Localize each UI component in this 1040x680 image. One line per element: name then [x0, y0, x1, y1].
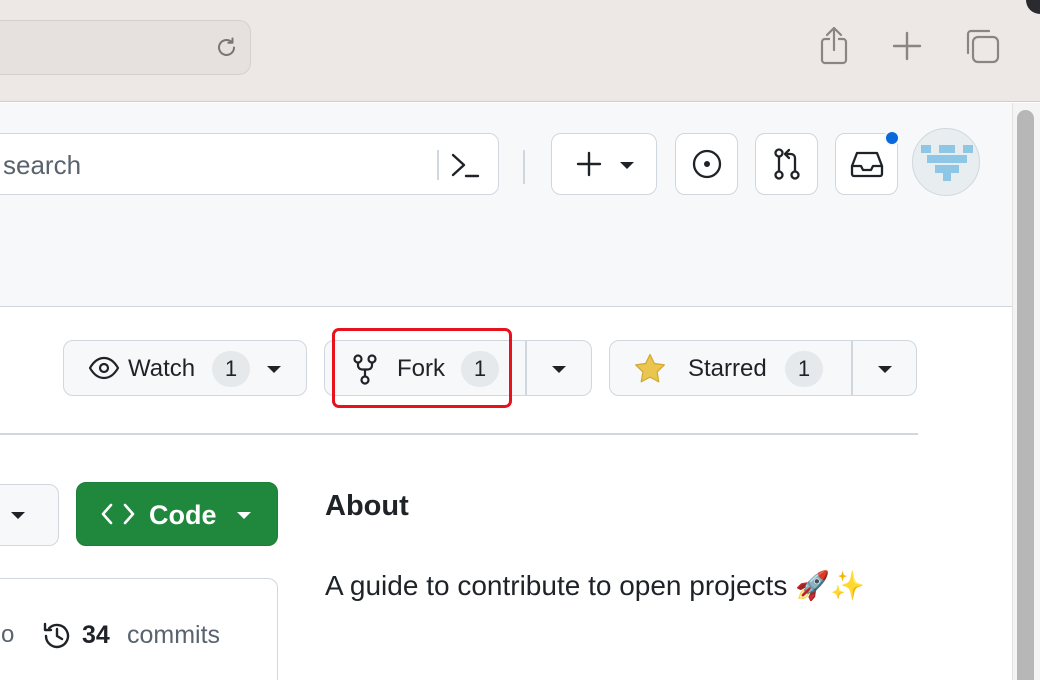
truncated-commit-text: o [1, 621, 15, 648]
eye-icon [88, 356, 120, 380]
chevron-down-icon [267, 366, 281, 373]
code-icon [101, 503, 135, 525]
chevron-down-icon [620, 161, 634, 169]
github-header: search [0, 103, 1012, 307]
commits-link[interactable]: commits [127, 621, 220, 650]
watch-label: Watch [128, 355, 196, 382]
star-fill-icon [635, 353, 665, 383]
identicon-icon [921, 145, 973, 181]
commits-count[interactable]: 34 [82, 621, 110, 650]
inbox-icon [850, 151, 883, 178]
starred-button[interactable]: Starred 1 [610, 341, 850, 395]
search-placeholder: search [3, 150, 82, 180]
create-new-button[interactable] [551, 133, 657, 195]
star-list-dropdown-button[interactable] [853, 341, 916, 395]
branch-dropdown-button[interactable] [0, 484, 59, 546]
issues-button[interactable] [675, 133, 738, 195]
starred-label: Starred [688, 355, 767, 382]
chevron-down-icon [552, 366, 566, 373]
starred-button-group: Starred 1 [609, 340, 917, 396]
watch-count: 1 [212, 351, 250, 387]
chevron-down-icon [878, 366, 892, 373]
avatar[interactable] [912, 128, 980, 196]
chevron-down-icon [237, 512, 251, 519]
window-corner [1026, 0, 1040, 14]
code-button[interactable]: Code [76, 482, 278, 546]
plus-icon [576, 151, 602, 177]
header-separator [523, 150, 525, 184]
chevron-down-icon [11, 512, 25, 519]
share-icon[interactable] [814, 26, 854, 66]
reload-icon[interactable] [214, 35, 240, 61]
pull-requests-button[interactable] [755, 133, 818, 195]
search-input[interactable]: search [0, 133, 499, 195]
about-description: A guide to contribute to open projects 🚀… [325, 570, 865, 601]
browser-toolbar [0, 0, 1040, 102]
about-heading: About [325, 490, 409, 522]
search-divider [437, 150, 439, 180]
new-tab-icon[interactable] [887, 26, 927, 66]
issue-opened-icon [692, 149, 721, 179]
section-divider [0, 433, 918, 435]
watch-button[interactable]: Watch 1 [63, 340, 307, 396]
latest-commit-box: o 34 commits [0, 578, 278, 680]
notification-dot [884, 130, 900, 146]
star-count: 1 [785, 351, 823, 387]
scrollbar-thumb[interactable] [1017, 110, 1034, 680]
history-icon [43, 622, 70, 649]
fork-dropdown-button[interactable] [527, 341, 591, 395]
tabs-overview-icon[interactable] [962, 26, 1002, 66]
fork-highlight-box [332, 328, 512, 408]
command-palette-icon[interactable] [449, 148, 483, 182]
git-pull-request-icon [773, 148, 800, 180]
code-label: Code [149, 500, 217, 530]
